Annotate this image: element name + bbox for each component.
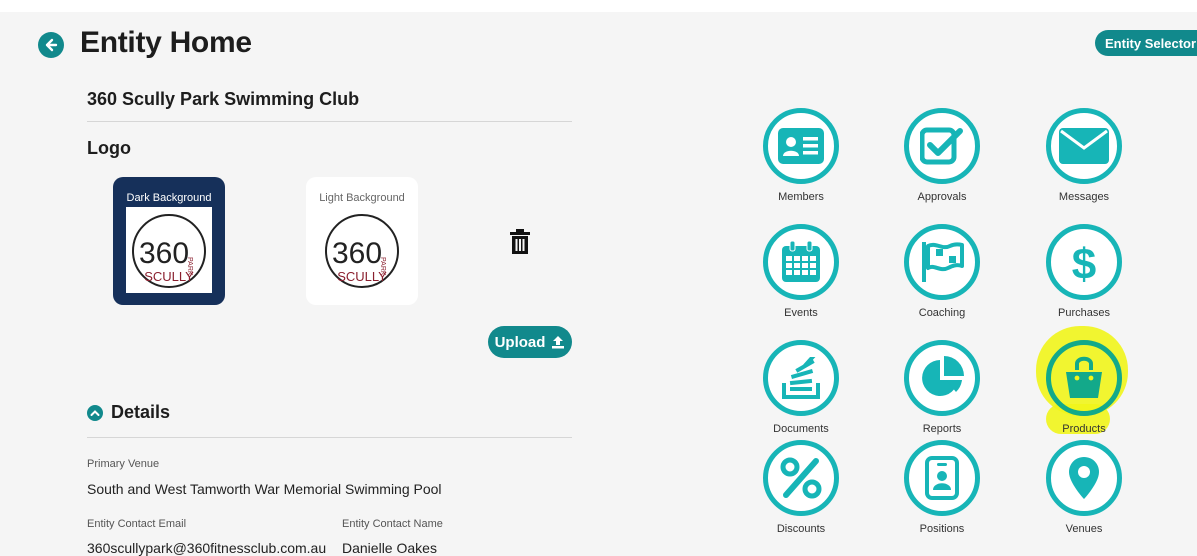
svg-text:360: 360: [332, 237, 382, 270]
id-badge-icon: [925, 456, 959, 500]
primary-venue-value: South and West Tamworth War Memorial Swi…: [87, 481, 442, 497]
tile-label: Events: [784, 307, 818, 319]
tile-approvals[interactable]: Approvals: [887, 108, 997, 203]
logo-light-background-card[interactable]: Light Background 360 PARK SCULLY: [306, 177, 418, 305]
primary-venue-label: Primary Venue: [87, 458, 160, 470]
tile-coaching[interactable]: Coaching: [887, 224, 997, 319]
contact-name-label: Entity Contact Name: [342, 518, 443, 530]
tile-events[interactable]: Events: [746, 224, 856, 319]
tile-label: Coaching: [918, 307, 966, 319]
tile-venues[interactable]: Venues: [1029, 440, 1139, 535]
svg-text:SCULLY: SCULLY: [144, 269, 194, 284]
percent-icon: [780, 457, 822, 499]
chevron-up-icon: [87, 404, 103, 421]
tile-purchases[interactable]: $ Purchases: [1029, 224, 1139, 319]
tile-label: Positions: [919, 523, 965, 535]
entity-name: 360 Scully Park Swimming Club: [87, 89, 360, 109]
tile-messages[interactable]: Messages: [1029, 108, 1139, 203]
flag-icon: [922, 242, 964, 282]
pie-chart-icon: [922, 356, 964, 396]
tile-reports[interactable]: Reports: [887, 340, 997, 435]
tile-label: Products: [1062, 423, 1106, 435]
tile-products[interactable]: Products: [1029, 340, 1139, 435]
svg-text:$: $: [1072, 240, 1096, 285]
dollar-icon: $: [1072, 240, 1096, 285]
upload-icon: [552, 336, 565, 349]
tile-label: Messages: [1058, 191, 1110, 203]
details-heading: Details: [111, 402, 171, 422]
document-stack-icon: [782, 357, 820, 399]
calendar-icon: [782, 241, 820, 282]
shopping-bag-icon: [1066, 356, 1102, 398]
entity-selector-button[interactable]: Entity Selector: [1095, 30, 1197, 56]
tile-documents[interactable]: Documents: [746, 340, 856, 435]
id-card-icon: [778, 128, 824, 164]
tile-label: Venues: [1065, 523, 1103, 535]
logo-dark-background-card[interactable]: Dark Background 360 PARK SCULLY: [113, 177, 225, 305]
tile-label: Discounts: [776, 523, 826, 535]
club-logo-image: 360 PARK SCULLY: [325, 214, 399, 288]
arrow-left-icon: [45, 38, 58, 52]
logo-dark-caption: Dark Background: [126, 192, 212, 204]
check-square-icon: [920, 127, 963, 165]
tile-label: Approvals: [917, 191, 967, 203]
divider: [87, 437, 572, 438]
page-title: Entity Home: [80, 26, 252, 59]
tile-discounts[interactable]: Discounts: [746, 440, 856, 535]
tile-positions[interactable]: Positions: [887, 440, 997, 535]
tile-label: Purchases: [1058, 307, 1110, 319]
upload-button[interactable]: Upload: [488, 326, 572, 358]
map-pin-icon: [1069, 457, 1099, 499]
club-logo-image: 360 PARK SCULLY: [126, 207, 212, 293]
entity-selector-label: Entity Selector: [1105, 35, 1197, 51]
upload-label: Upload: [494, 333, 546, 351]
svg-text:SCULLY: SCULLY: [337, 269, 387, 284]
divider: [87, 121, 572, 122]
tile-label: Reports: [922, 423, 962, 435]
tile-members[interactable]: Members: [746, 108, 856, 203]
tile-label: Documents: [773, 423, 829, 435]
envelope-icon: [1059, 128, 1109, 164]
trash-icon[interactable]: [509, 229, 531, 255]
tile-label: Members: [778, 191, 824, 203]
logo-heading: Logo: [87, 138, 131, 158]
contact-email-label: Entity Contact Email: [87, 518, 187, 530]
back-button[interactable]: [38, 32, 64, 58]
details-toggle[interactable]: Details: [87, 402, 170, 423]
top-bar: [0, 0, 1197, 12]
logo-light-caption: Light Background: [319, 192, 405, 204]
svg-text:360: 360: [139, 237, 189, 270]
